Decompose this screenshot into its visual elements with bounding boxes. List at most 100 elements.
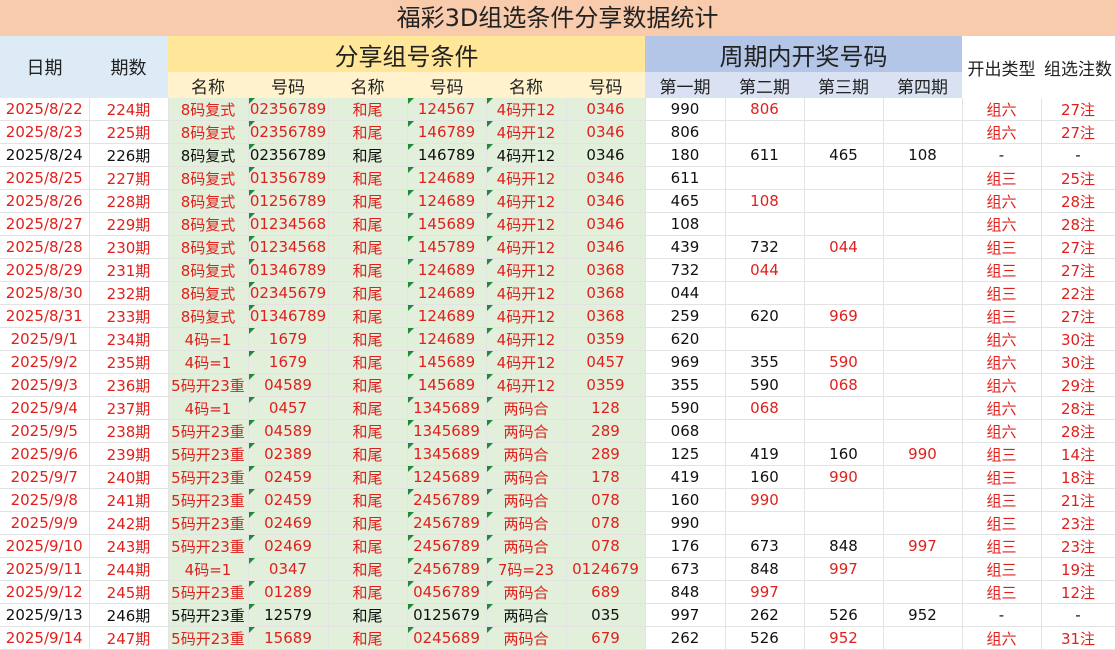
name1-cell[interactable]: 4码=1 — [168, 327, 249, 351]
period2-cell[interactable]: 620 — [725, 304, 805, 328]
count-cell[interactable]: 30注 — [1041, 350, 1115, 374]
code3-cell[interactable]: 0359 — [566, 327, 646, 351]
period4-cell[interactable]: 997 — [883, 534, 963, 558]
code3-cell[interactable]: 078 — [566, 534, 646, 558]
count-cell[interactable]: - — [1041, 143, 1115, 167]
code1-cell[interactable]: 0347 — [248, 557, 329, 581]
period4-cell[interactable] — [883, 396, 963, 420]
code1-cell[interactable]: 01256789 — [248, 189, 329, 213]
count-cell[interactable]: 23注 — [1041, 511, 1115, 535]
code1-cell[interactable]: 02389 — [248, 442, 329, 466]
code3-cell[interactable]: 0368 — [566, 304, 646, 328]
count-cell[interactable]: 12注 — [1041, 580, 1115, 604]
issue-cell[interactable]: 227期 — [89, 166, 169, 190]
name1-cell[interactable]: 8码复式 — [168, 189, 249, 213]
type-cell[interactable]: 组六 — [962, 189, 1042, 213]
period3-cell[interactable]: 526 — [804, 603, 884, 627]
period3-cell[interactable]: 044 — [804, 235, 884, 259]
period4-cell[interactable] — [883, 373, 963, 397]
count-cell[interactable]: 29注 — [1041, 373, 1115, 397]
type-cell[interactable]: 组三 — [962, 258, 1042, 282]
type-cell[interactable]: 组三 — [962, 557, 1042, 581]
period3-cell[interactable] — [804, 327, 884, 351]
code2-cell[interactable]: 1245689 — [407, 465, 487, 489]
date-cell[interactable]: 2025/8/27 — [0, 212, 90, 236]
date-cell[interactable]: 2025/8/24 — [0, 143, 90, 167]
period2-cell[interactable] — [725, 166, 805, 190]
period4-cell[interactable] — [883, 488, 963, 512]
count-cell[interactable]: 22注 — [1041, 281, 1115, 305]
name1-cell[interactable]: 8码复式 — [168, 281, 249, 305]
period3-cell[interactable]: 068 — [804, 373, 884, 397]
name3-cell[interactable]: 4码开12 — [486, 350, 567, 374]
period1-cell[interactable]: 355 — [645, 373, 726, 397]
period2-cell[interactable]: 355 — [725, 350, 805, 374]
code3-cell[interactable]: 078 — [566, 488, 646, 512]
issue-cell[interactable]: 246期 — [89, 603, 169, 627]
period4-cell[interactable] — [883, 258, 963, 282]
code1-cell[interactable]: 02356789 — [248, 98, 329, 121]
period2-cell[interactable]: 160 — [725, 465, 805, 489]
code1-cell[interactable]: 01346789 — [248, 304, 329, 328]
count-cell[interactable]: 28注 — [1041, 212, 1115, 236]
issue-cell[interactable]: 245期 — [89, 580, 169, 604]
period2-cell[interactable]: 262 — [725, 603, 805, 627]
type-cell[interactable]: 组三 — [962, 281, 1042, 305]
code1-cell[interactable]: 02469 — [248, 511, 329, 535]
period3-cell[interactable]: 990 — [804, 465, 884, 489]
period1-cell[interactable]: 969 — [645, 350, 726, 374]
code1-cell[interactable]: 02356789 — [248, 120, 329, 144]
date-cell[interactable]: 2025/8/23 — [0, 120, 90, 144]
period2-cell[interactable]: 590 — [725, 373, 805, 397]
code3-cell[interactable]: 0346 — [566, 189, 646, 213]
name2-cell[interactable]: 和尾 — [328, 98, 408, 121]
code3-cell[interactable]: 178 — [566, 465, 646, 489]
name2-cell[interactable]: 和尾 — [328, 580, 408, 604]
count-cell[interactable]: - — [1041, 603, 1115, 627]
type-cell[interactable]: 组六 — [962, 98, 1042, 121]
period4-cell[interactable] — [883, 189, 963, 213]
code2-cell[interactable]: 1345689 — [407, 396, 487, 420]
count-cell[interactable]: 27注 — [1041, 235, 1115, 259]
code3-cell[interactable]: 0346 — [566, 212, 646, 236]
name2-cell[interactable]: 和尾 — [328, 235, 408, 259]
name3-cell[interactable]: 4码开12 — [486, 281, 567, 305]
period3-cell[interactable] — [804, 98, 884, 121]
code1-cell[interactable]: 01356789 — [248, 166, 329, 190]
period1-cell[interactable]: 180 — [645, 143, 726, 167]
name2-cell[interactable]: 和尾 — [328, 465, 408, 489]
date-cell[interactable]: 2025/9/1 — [0, 327, 90, 351]
issue-cell[interactable]: 236期 — [89, 373, 169, 397]
issue-cell[interactable]: 235期 — [89, 350, 169, 374]
code3-cell[interactable]: 0359 — [566, 373, 646, 397]
date-cell[interactable]: 2025/9/2 — [0, 350, 90, 374]
name2-cell[interactable]: 和尾 — [328, 511, 408, 535]
type-cell[interactable]: 组三 — [962, 488, 1042, 512]
type-cell[interactable]: - — [962, 143, 1042, 167]
code2-cell[interactable]: 124689 — [407, 327, 487, 351]
issue-cell[interactable]: 226期 — [89, 143, 169, 167]
name2-cell[interactable]: 和尾 — [328, 189, 408, 213]
code2-cell[interactable]: 146789 — [407, 120, 487, 144]
name1-cell[interactable]: 5码开23重 — [167, 603, 249, 627]
name3-cell[interactable]: 4码开12 — [486, 120, 567, 144]
period4-cell[interactable] — [883, 419, 963, 443]
date-cell[interactable]: 2025/9/3 — [0, 373, 90, 397]
name3-cell[interactable]: 4码开12 — [486, 166, 567, 190]
name2-cell[interactable]: 和尾 — [328, 304, 408, 328]
date-cell[interactable]: 2025/8/29 — [0, 258, 90, 282]
issue-cell[interactable]: 230期 — [89, 235, 169, 259]
code2-cell[interactable]: 145689 — [407, 212, 487, 236]
code3-cell[interactable]: 078 — [566, 511, 646, 535]
period3-cell[interactable] — [804, 511, 884, 535]
code2-cell[interactable]: 124689 — [407, 281, 487, 305]
issue-cell[interactable]: 234期 — [89, 327, 169, 351]
period1-cell[interactable]: 990 — [645, 98, 726, 121]
name1-cell[interactable]: 5码开23重 — [167, 488, 249, 512]
issue-cell[interactable]: 237期 — [89, 396, 169, 420]
type-cell[interactable]: 组六 — [962, 350, 1042, 374]
name2-cell[interactable]: 和尾 — [328, 534, 408, 558]
period3-cell[interactable] — [804, 281, 884, 305]
name3-cell[interactable]: 4码开12 — [486, 373, 567, 397]
period3-cell[interactable] — [804, 166, 884, 190]
